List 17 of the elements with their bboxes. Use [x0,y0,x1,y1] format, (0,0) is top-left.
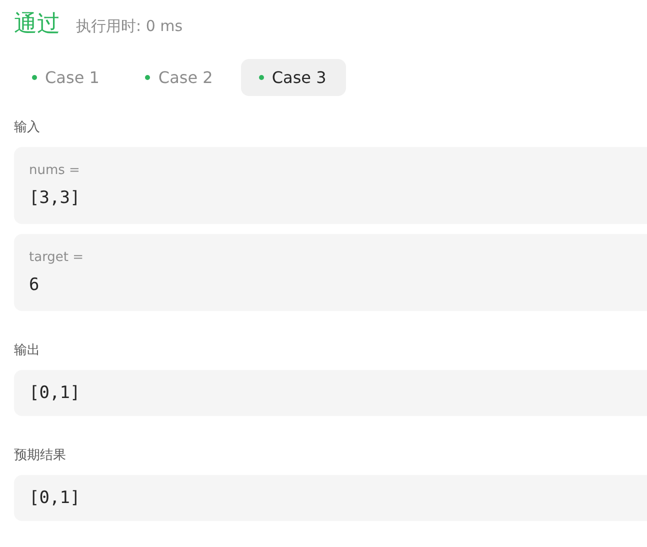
value-text: [3,3] [29,188,82,208]
value-text: 6 [29,275,40,295]
pass-dot-icon [258,75,264,80]
case-tab[interactable]: Case 1 [14,59,120,96]
section-heading: 输入 [14,119,41,137]
runtime-text: 执行用时: 0 ms [76,17,183,36]
case-tab[interactable]: Case 3 [240,59,346,96]
pass-dot-icon [32,75,37,80]
section-heading: 预期结果 [14,447,67,465]
pass-dot-icon [145,75,150,80]
case-tab[interactable]: Case 2 [127,59,233,96]
value-text: [0,1] [29,488,82,508]
parameter-label: nums = [29,163,81,178]
status-text: 通过 [14,10,60,39]
parameter-label: target = [29,250,85,265]
value-text: [0,1] [29,383,82,403]
section-heading: 输出 [14,342,41,360]
